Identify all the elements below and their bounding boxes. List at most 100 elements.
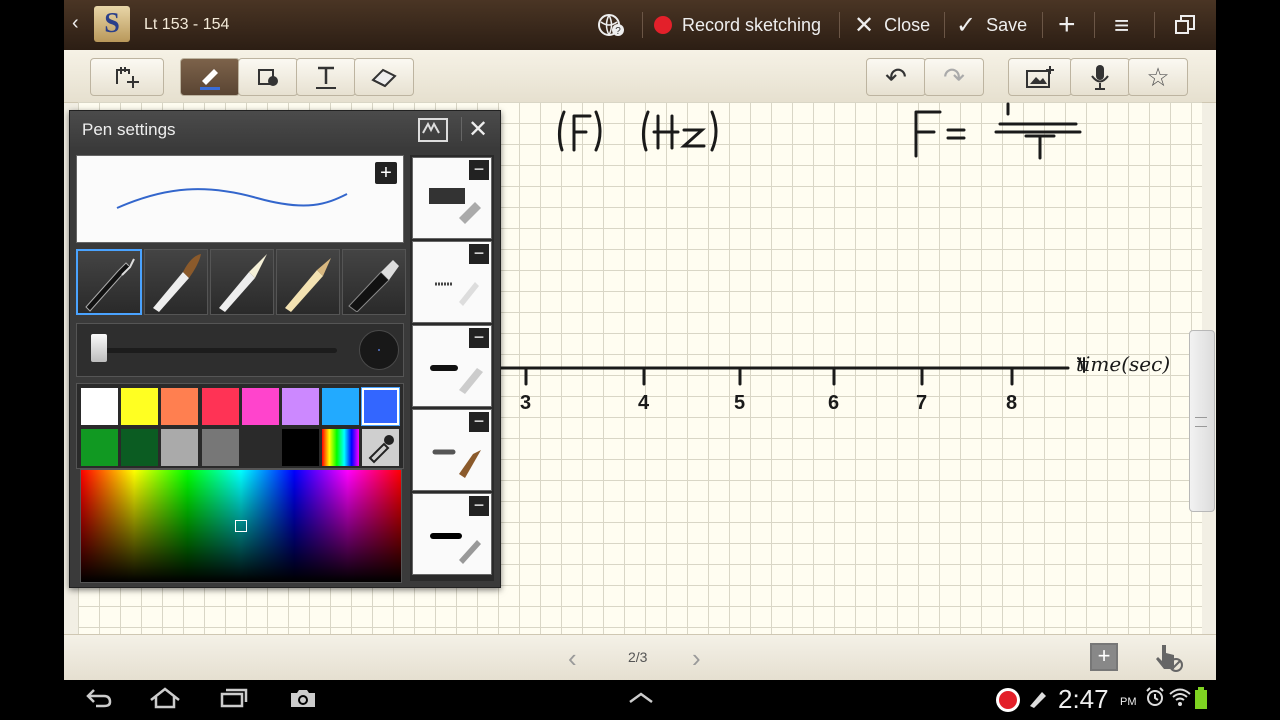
vertical-scrollbar[interactable]: [1189, 330, 1215, 512]
home-nav-icon[interactable]: [148, 686, 182, 716]
color-swatch[interactable]: [241, 429, 279, 466]
divider: [1094, 12, 1095, 38]
color-swatch[interactable]: [121, 388, 159, 425]
chevron-up-icon[interactable]: [626, 686, 656, 716]
favorite-star-icon: ☆: [1146, 61, 1170, 92]
color-swatch[interactable]: [121, 429, 159, 466]
pen-tool-icon: [200, 69, 220, 90]
divider: [1042, 12, 1043, 38]
close-label: Close: [884, 14, 931, 35]
pen-tool-button[interactable]: [180, 58, 240, 96]
divider: [839, 12, 840, 38]
close-button[interactable]: ✕ Close: [854, 0, 930, 50]
menu-icon[interactable]: ≡: [1114, 0, 1129, 50]
redo-button[interactable]: ↷: [924, 58, 984, 96]
brush-marker[interactable]: [342, 249, 406, 315]
screenshot-camera-icon[interactable]: [288, 686, 318, 716]
color-spectrum-picker[interactable]: [80, 469, 402, 583]
help-button[interactable]: ?: [596, 0, 626, 50]
color-swatch[interactable]: [322, 388, 360, 425]
undo-button[interactable]: ↶: [866, 58, 926, 96]
insert-image-button[interactable]: [1008, 58, 1072, 96]
custom-color-swatch[interactable]: [322, 429, 360, 466]
select-tool-icon: [116, 67, 139, 88]
tick-label: 4: [638, 392, 650, 414]
text-tool-icon: [316, 66, 336, 89]
remove-preset-icon[interactable]: −: [469, 328, 489, 348]
select-tool-button[interactable]: [90, 58, 164, 96]
insert-image-icon: [1026, 66, 1054, 88]
save-button[interactable]: ✓ Save: [956, 0, 1027, 50]
recording-status-icon: [994, 686, 1022, 720]
fill-tool-icon: [258, 69, 278, 86]
brush-pen[interactable]: [76, 249, 142, 315]
microphone-icon: [1091, 65, 1109, 90]
color-swatch[interactable]: [282, 429, 319, 466]
divider: [1154, 12, 1155, 38]
recent-apps-icon[interactable]: [218, 686, 248, 716]
pen-preset[interactable]: −: [412, 241, 492, 323]
remove-preset-icon[interactable]: −: [469, 412, 489, 432]
system-bar: 2:47 PM: [0, 680, 1280, 720]
text-tool-button[interactable]: [296, 58, 356, 96]
color-swatch[interactable]: [282, 388, 319, 425]
window-icon[interactable]: [1174, 0, 1196, 50]
brush-pencil[interactable]: [276, 249, 340, 315]
wifi-icon: [1168, 686, 1192, 714]
color-swatch[interactable]: [81, 388, 118, 425]
tick-label: 6: [828, 392, 840, 414]
tool-bar: ↶ ↷ ☆: [64, 50, 1216, 103]
remove-preset-icon[interactable]: −: [469, 160, 489, 180]
color-palette: [76, 383, 404, 469]
voice-memo-button[interactable]: [1070, 58, 1130, 96]
color-swatch[interactable]: [201, 388, 239, 425]
brush-type-list: [76, 249, 406, 315]
close-pen-settings-icon[interactable]: ✕: [468, 115, 488, 144]
brush-calligraphy[interactable]: [210, 249, 274, 315]
pen-presets-list: − − − − −: [410, 155, 494, 581]
back-icon[interactable]: ‹: [72, 12, 79, 35]
help-globe-icon: ?: [598, 14, 624, 37]
add-preset-icon[interactable]: +: [375, 162, 397, 184]
document-title: Lt 153 - 154: [144, 16, 230, 33]
save-label: Save: [986, 14, 1028, 35]
color-swatch[interactable]: [161, 429, 199, 466]
brush-brush[interactable]: [144, 249, 208, 315]
touch-mode-icon[interactable]: [1152, 641, 1184, 678]
color-swatch[interactable]: [201, 429, 239, 466]
tick-label: 8: [1006, 392, 1018, 414]
stroke-preview: +: [76, 155, 404, 243]
divider: [944, 12, 945, 38]
add-page-icon[interactable]: +: [1090, 643, 1118, 671]
size-slider-track[interactable]: [97, 348, 337, 353]
color-swatch[interactable]: [241, 388, 279, 425]
remove-preset-icon[interactable]: −: [469, 244, 489, 264]
favorite-button[interactable]: ☆: [1128, 58, 1188, 96]
prev-page-icon[interactable]: ‹: [568, 643, 577, 674]
app-logo[interactable]: S: [94, 6, 130, 42]
color-swatch[interactable]: [161, 388, 199, 425]
pen-preset[interactable]: −: [412, 325, 492, 407]
record-sketching-button[interactable]: Record sketching: [654, 0, 821, 50]
pen-settings-header: Pen settings ✕: [70, 111, 500, 147]
next-page-icon[interactable]: ›: [692, 643, 701, 674]
color-swatch[interactable]: [81, 429, 118, 466]
marker-brush-icon: [348, 260, 399, 313]
color-swatch[interactable]: [362, 388, 400, 425]
fill-tool-button[interactable]: [238, 58, 298, 96]
pen-preset[interactable]: −: [412, 409, 492, 491]
pen-preset[interactable]: −: [412, 493, 492, 575]
page-bar: ‹ 2/3 › +: [64, 634, 1216, 680]
undo-icon: ↶: [885, 61, 907, 92]
battery-icon: [1194, 686, 1208, 716]
size-slider-knob[interactable]: [91, 334, 107, 362]
pen-presets-icon[interactable]: [418, 118, 448, 142]
spectrum-cursor[interactable]: [235, 520, 247, 532]
add-icon[interactable]: +: [1058, 0, 1076, 50]
pen-preset[interactable]: −: [412, 157, 492, 239]
divider: [461, 117, 462, 141]
remove-preset-icon[interactable]: −: [469, 496, 489, 516]
eyedropper-icon[interactable]: [362, 429, 400, 466]
back-nav-icon[interactable]: [84, 686, 114, 716]
eraser-tool-button[interactable]: [354, 58, 414, 96]
